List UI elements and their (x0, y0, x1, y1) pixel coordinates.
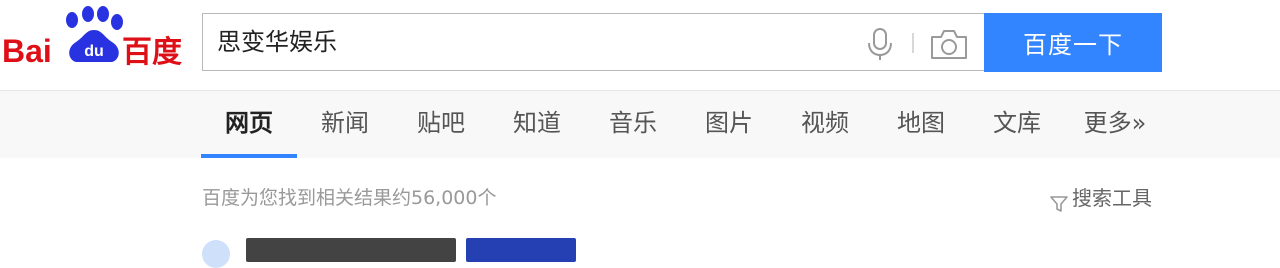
tab-map[interactable]: 地图 (873, 91, 969, 158)
baidu-logo[interactable]: du Bai 百度 (2, 4, 188, 70)
search-tabs: 网页 新闻 贴吧 知道 音乐 图片 视频 地图 文库 更多» (0, 90, 1280, 158)
result-title-cutoff (246, 238, 456, 262)
tab-tieba[interactable]: 贴吧 (393, 91, 489, 158)
tab-news[interactable]: 新闻 (297, 91, 393, 158)
header: du Bai 百度 百度一下 (0, 0, 1280, 90)
tab-video[interactable]: 视频 (777, 91, 873, 158)
search-button[interactable]: 百度一下 (984, 13, 1162, 72)
svg-text:du: du (84, 43, 104, 60)
tab-images[interactable]: 图片 (681, 91, 777, 158)
tab-zhidao[interactable]: 知道 (489, 91, 585, 158)
search-tools-button[interactable]: 搜索工具 (1050, 183, 1152, 213)
mic-icon[interactable] (865, 27, 895, 61)
result-link-cutoff[interactable] (466, 238, 576, 262)
search-input[interactable] (217, 14, 857, 70)
result-count: 百度为您找到相关结果约56,000个 (202, 187, 497, 209)
search-divider (912, 33, 914, 53)
svg-text:百度: 百度 (122, 35, 182, 70)
tab-web[interactable]: 网页 (201, 91, 297, 158)
tab-wenku[interactable]: 文库 (969, 91, 1065, 158)
active-tab-indicator (201, 154, 297, 158)
tab-music[interactable]: 音乐 (585, 91, 681, 158)
result-favicon (202, 240, 230, 268)
tab-more[interactable]: 更多» (1065, 91, 1165, 158)
search-tools-label: 搜索工具 (1072, 186, 1152, 210)
camera-icon[interactable] (930, 28, 968, 60)
filter-icon (1050, 191, 1068, 212)
first-result-cutoff[interactable] (202, 236, 702, 268)
svg-text:Bai: Bai (2, 33, 52, 69)
